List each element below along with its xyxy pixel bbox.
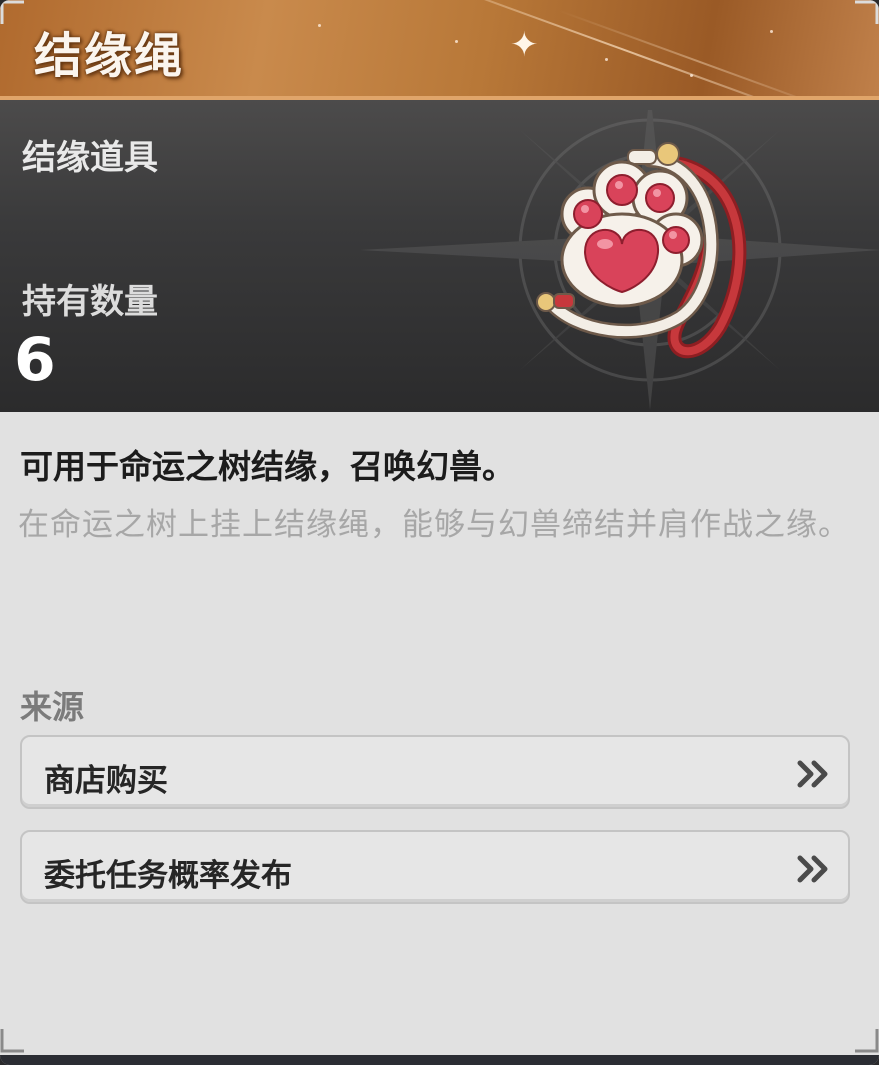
star-dot bbox=[690, 74, 693, 77]
paw-charm-rope-icon bbox=[536, 142, 747, 359]
item-detail-card: ✦ 结缘绳 结缘道具 持有数量 6 可用于命运之树结缘，召唤幻兽。 在命运之树上… bbox=[0, 0, 879, 1065]
source-commission-task-button[interactable]: 委托任务概率发布 bbox=[20, 830, 850, 904]
star-dot bbox=[455, 40, 458, 43]
star-dot bbox=[318, 24, 321, 27]
corner-ornament-icon bbox=[0, 0, 26, 26]
item-description: 可用于命运之树结缘，召唤幻兽。 bbox=[20, 447, 515, 486]
corner-ornament-icon bbox=[0, 1027, 26, 1053]
sparkle-icon: ✦ bbox=[510, 25, 539, 65]
source-shop-purchase-button[interactable]: 商店购买 bbox=[20, 735, 850, 809]
quantity-value: 6 bbox=[14, 325, 56, 395]
corner-ornament-icon bbox=[853, 1027, 879, 1053]
item-name: 结缘绳 bbox=[34, 28, 185, 84]
quantity-label: 持有数量 bbox=[22, 282, 158, 322]
source-section-title: 来源 bbox=[20, 688, 85, 726]
item-hero-panel: 结缘道具 持有数量 6 bbox=[0, 100, 879, 412]
title-bar-streak bbox=[559, 10, 842, 100]
item-category: 结缘道具 bbox=[22, 138, 158, 178]
double-chevron-right-icon bbox=[797, 760, 828, 788]
star-dot bbox=[770, 30, 773, 33]
title-bar: ✦ 结缘绳 bbox=[0, 0, 879, 100]
corner-ornament-icon bbox=[853, 0, 879, 26]
star-dot bbox=[605, 58, 608, 61]
source-item-label: 委托任务概率发布 bbox=[44, 858, 292, 894]
source-item-label: 商店购买 bbox=[44, 763, 168, 799]
bottom-edge bbox=[0, 1055, 879, 1065]
double-chevron-right-icon bbox=[797, 855, 828, 883]
title-bar-streak bbox=[379, 0, 869, 100]
item-lore: 在命运之树上挂上结缘绳，能够与幻兽缔结并肩作战之缘。 bbox=[18, 507, 850, 543]
